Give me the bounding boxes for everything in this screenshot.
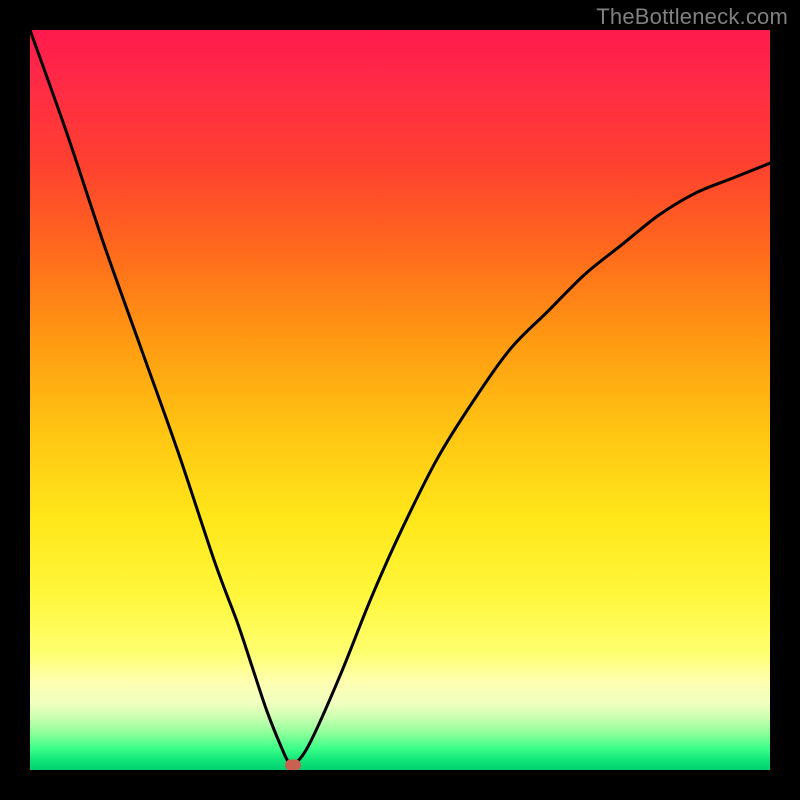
bottleneck-curve [30, 30, 770, 770]
optimum-marker [285, 759, 301, 770]
plot-area [30, 30, 770, 770]
watermark-text: TheBottleneck.com [596, 4, 788, 30]
curve-line [30, 30, 770, 765]
chart-frame: TheBottleneck.com [0, 0, 800, 800]
